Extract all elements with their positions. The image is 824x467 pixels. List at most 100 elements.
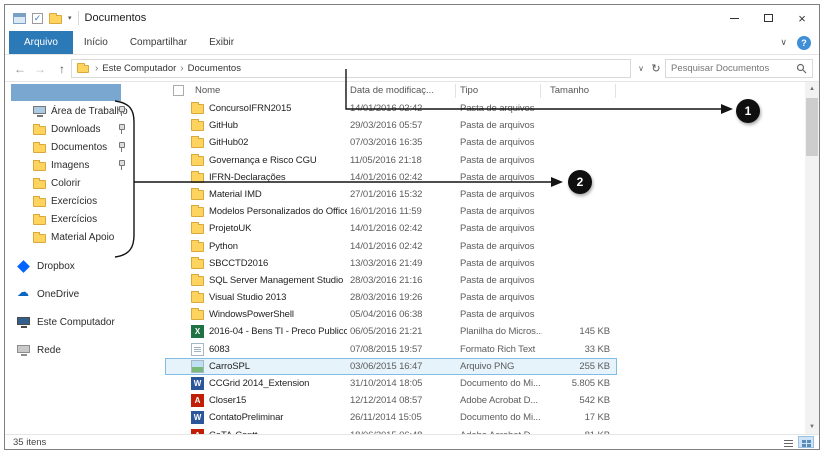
search-input[interactable]	[671, 63, 796, 74]
ribbon-tab[interactable]: Compartilhar	[119, 31, 198, 54]
forward-icon[interactable]: →	[31, 55, 49, 82]
column-header-data[interactable]: Data de modificaç...	[350, 82, 434, 100]
sidebar-quick-access-item[interactable]: Exercícios	[5, 210, 165, 228]
table-row[interactable]: Visual Studio 2013 28/03/2016 19:26 Past…	[165, 289, 617, 306]
sidebar-item-icon	[33, 144, 46, 153]
sidebar-quick-access-item[interactable]: Material Apoio	[5, 228, 165, 246]
sidebar-root-item[interactable]: Dropbox	[5, 252, 165, 280]
table-row[interactable]: CarroSPL 03/06/2015 16:47 Arquivo PNG 25…	[165, 358, 617, 375]
sidebar-item-icon	[17, 317, 30, 325]
sidebar-root-item[interactable]: OneDrive	[5, 280, 165, 308]
close-icon: ×	[798, 12, 806, 25]
new-folder-icon[interactable]	[49, 15, 62, 24]
column-header-nome[interactable]: Nome	[195, 82, 220, 100]
sidebar-quick-access-item[interactable]: Área de Trabalho	[5, 102, 165, 120]
scroll-down-icon[interactable]: ▼	[805, 420, 819, 434]
sidebar-item-label: Downloads	[51, 124, 100, 135]
quick-access-toolbar-dropdown-icon[interactable]: ▾	[68, 14, 72, 22]
ribbon-tab[interactable]: Início	[73, 31, 119, 54]
table-row[interactable]: SBCCTD2016 13/03/2016 21:49 Pasta de arq…	[165, 255, 617, 272]
column-divider[interactable]	[455, 84, 456, 98]
file-type-icon	[191, 276, 204, 286]
ribbon-tab[interactable]: Arquivo	[9, 31, 73, 54]
address-dropdown-icon[interactable]: ∨	[635, 55, 647, 82]
file-type-icon	[191, 394, 204, 407]
select-all-checkbox[interactable]	[173, 85, 184, 96]
properties-check-icon[interactable]: ✓	[32, 13, 43, 24]
maximize-button[interactable]	[751, 5, 785, 31]
file-size	[520, 238, 610, 255]
file-size: 17 KB	[520, 409, 610, 426]
sidebar-quick-access-item[interactable]: Exercícios	[5, 192, 165, 210]
table-row[interactable]: Governança e Risco CGU 11/05/2016 21:18 …	[165, 152, 617, 169]
file-size: 81 KB	[520, 427, 610, 434]
vertical-scrollbar[interactable]: ▲ ▼	[805, 82, 819, 434]
table-row[interactable]: ContatoPreliminar 26/11/2014 15:05 Docum…	[165, 409, 617, 426]
file-size	[520, 220, 610, 237]
column-header-tipo[interactable]: Tipo	[460, 82, 478, 100]
ribbon-tab-label: Exibir	[209, 37, 234, 48]
sidebar-item-quick-access-selected[interactable]	[11, 84, 121, 101]
table-row[interactable]: GitHub02 07/03/2016 16:35 Pasta de arqui…	[165, 134, 617, 151]
table-row[interactable]: Python 14/01/2016 02:42 Pasta de arquivo…	[165, 238, 617, 255]
sidebar-quick-access-item[interactable]: Imagens	[5, 156, 165, 174]
titlebar-separator	[78, 11, 79, 25]
maximize-icon	[764, 14, 773, 22]
file-type-icon	[191, 360, 204, 373]
column-divider[interactable]	[615, 84, 616, 98]
table-row[interactable]: ProjetoUK 14/01/2016 02:42 Pasta de arqu…	[165, 220, 617, 237]
back-icon[interactable]: ←	[11, 55, 29, 82]
scroll-up-icon[interactable]: ▲	[805, 82, 819, 96]
file-name: CCGrid 2014_Extension	[209, 375, 347, 392]
table-row[interactable]: SQL Server Management Studio 28/03/2016 …	[165, 272, 617, 289]
file-name: ContatoPreliminar	[209, 409, 347, 426]
sidebar-item-label: Exercícios	[51, 196, 97, 207]
sidebar-quick-access-item[interactable]: Downloads	[5, 120, 165, 138]
column-header-tamanho[interactable]: Tamanho	[550, 82, 589, 100]
table-row[interactable]: 6083 07/08/2015 19:57 Formato Rich Text …	[165, 341, 617, 358]
table-row[interactable]: 2016-04 - Bens TI - Preco Publico - De..…	[165, 323, 617, 340]
close-button[interactable]: ×	[785, 5, 819, 31]
table-row[interactable]: CCGrid 2014_Extension 31/10/2014 18:05 D…	[165, 375, 617, 392]
column-divider[interactable]	[345, 84, 346, 98]
up-icon[interactable]: ↑	[53, 55, 71, 82]
table-row[interactable]: WindowsPowerShell 05/04/2016 06:38 Pasta…	[165, 306, 617, 323]
thumbnails-view-button[interactable]	[798, 436, 814, 448]
file-name: IFRN-Declarações	[209, 169, 347, 186]
table-row[interactable]: ConcursoIFRN2015 14/01/2016 02:42 Pasta …	[165, 100, 617, 117]
table-row[interactable]: IFRN-Declarações 14/01/2016 02:42 Pasta …	[165, 169, 617, 186]
file-type-icon	[191, 325, 204, 338]
scrollbar-thumb[interactable]	[806, 98, 818, 156]
file-size: 5.805 KB	[520, 375, 610, 392]
breadcrumb-item[interactable]: Documentos	[188, 63, 241, 74]
column-divider[interactable]	[540, 84, 541, 98]
sidebar-root-item[interactable]: Rede	[5, 336, 165, 364]
titlebar: ✓ ▾ Documentos ×	[5, 5, 819, 31]
ribbon-tab[interactable]: Exibir	[198, 31, 245, 54]
breadcrumb-item[interactable]: Este Computador	[102, 63, 176, 74]
table-row[interactable]: CoTA-Contt 18/06/2015 06:48 Adobe Acroba…	[165, 427, 617, 434]
table-row[interactable]: Closer15 12/12/2014 08:57 Adobe Acrobat …	[165, 392, 617, 409]
file-date: 14/01/2016 02:42	[350, 238, 452, 255]
table-row[interactable]: Modelos Personalizados do Office 16/01/2…	[165, 203, 617, 220]
explorer-window: ✓ ▾ Documentos × Arquivo Início Comparti…	[4, 4, 820, 450]
breadcrumb[interactable]: › Este Computador › Documentos	[71, 59, 631, 78]
table-row[interactable]: Material IMD 27/01/2016 15:32 Pasta de a…	[165, 186, 617, 203]
ribbon-tab-label: Arquivo	[24, 37, 58, 48]
file-type-icon	[191, 343, 204, 356]
sidebar-item-label: Material Apoio	[51, 232, 114, 243]
file-name: SQL Server Management Studio	[209, 272, 347, 289]
file-date: 31/10/2014 18:05	[350, 375, 452, 392]
column-headers: Nome Data de modificaç... Tipo Tamanho	[165, 82, 805, 100]
sidebar-root-item[interactable]: Este Computador	[5, 308, 165, 336]
refresh-icon[interactable]: ↻	[649, 55, 663, 82]
help-button[interactable]: ?	[797, 36, 811, 50]
minimize-button[interactable]	[717, 5, 751, 31]
items-count: 35 itens	[13, 437, 46, 448]
sidebar-quick-access-item[interactable]: Colorir	[5, 174, 165, 192]
file-date: 05/04/2016 06:38	[350, 306, 452, 323]
sidebar-quick-access-item[interactable]: Documentos	[5, 138, 165, 156]
details-view-button[interactable]	[780, 436, 796, 448]
ribbon-collapse-icon[interactable]: ∨	[780, 37, 787, 48]
table-row[interactable]: GitHub 29/03/2016 05:57 Pasta de arquivo…	[165, 117, 617, 134]
